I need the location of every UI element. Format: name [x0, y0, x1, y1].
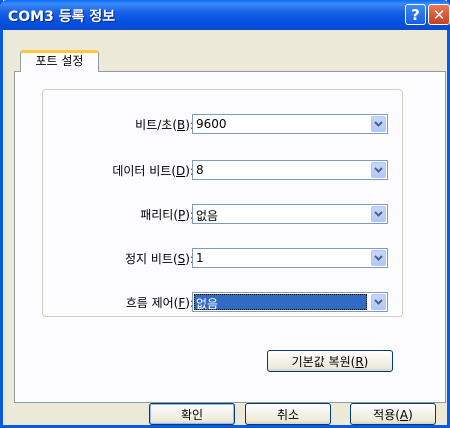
parity-select[interactable]: 없음	[192, 204, 388, 224]
chevron-down-icon	[374, 211, 383, 217]
parity-row: 패리티(P): 없음	[15, 204, 447, 224]
flow-control-row: 흐름 제어(F): 없음	[15, 292, 447, 312]
bits-per-second-row: 비트/초(B): 9600	[15, 114, 447, 134]
tab-port-settings[interactable]: 포트 설정	[20, 50, 99, 72]
flow-control-value: 없음	[196, 297, 219, 311]
port-settings-panel: 비트/초(B): 9600 데이터 비트(D): 8 패리티(P): 없음 정지…	[14, 71, 446, 403]
cancel-label: 취소	[276, 407, 300, 422]
dropdown-arrow-button[interactable]	[371, 162, 386, 178]
stop-bits-label: 정지 비트(S):	[124, 252, 194, 266]
data-bits-select[interactable]: 8	[192, 160, 388, 180]
chevron-down-icon	[374, 167, 383, 173]
stop-bits-value: 1	[196, 251, 204, 265]
bits-per-second-label: 비트/초(B):	[135, 118, 194, 132]
bits-per-second-select[interactable]: 9600	[192, 114, 388, 134]
cancel-button[interactable]: 취소	[245, 403, 331, 425]
data-bits-value: 8	[196, 163, 204, 177]
restore-defaults-button[interactable]: 기본값 복원(R)	[267, 350, 393, 372]
data-bits-row: 데이터 비트(D): 8	[15, 160, 447, 180]
apply-label: 적용(A)	[373, 407, 413, 422]
chevron-down-icon	[374, 299, 383, 305]
close-button[interactable]: ✕	[428, 4, 450, 25]
title-bar[interactable]: COM3 등록 정보 ? ✕	[0, 0, 450, 30]
data-bits-label: 데이터 비트(D):	[112, 164, 194, 178]
bits-per-second-value: 9600	[196, 117, 227, 131]
dropdown-arrow-button[interactable]	[371, 294, 386, 310]
parity-label: 패리티(P):	[140, 208, 194, 222]
ok-button[interactable]: 확인	[149, 403, 235, 425]
window-title: COM3 등록 정보	[8, 9, 116, 25]
stop-bits-row: 정지 비트(S): 1	[15, 248, 447, 268]
help-button[interactable]: ?	[405, 4, 426, 25]
help-icon: ?	[411, 5, 420, 24]
ok-label: 확인	[180, 407, 204, 422]
dialog-window: COM3 등록 정보 ? ✕ 포트 설정 비트/초(B): 9600 데이터 비…	[0, 0, 450, 428]
dropdown-arrow-button[interactable]	[371, 206, 386, 222]
dropdown-arrow-button[interactable]	[371, 116, 386, 132]
stop-bits-select[interactable]: 1	[192, 248, 388, 268]
chevron-down-icon	[374, 255, 383, 261]
focus-highlight	[194, 294, 367, 310]
close-icon: ✕	[432, 5, 446, 24]
dropdown-arrow-button[interactable]	[371, 250, 386, 266]
flow-control-label: 흐름 제어(F):	[125, 296, 194, 310]
apply-button[interactable]: 적용(A)	[350, 403, 436, 425]
flow-control-select[interactable]: 없음	[192, 292, 388, 312]
parity-value: 없음	[196, 209, 219, 223]
tab-label: 포트 설정	[35, 54, 84, 68]
restore-defaults-label: 기본값 복원(R)	[291, 354, 369, 369]
chevron-down-icon	[374, 121, 383, 127]
